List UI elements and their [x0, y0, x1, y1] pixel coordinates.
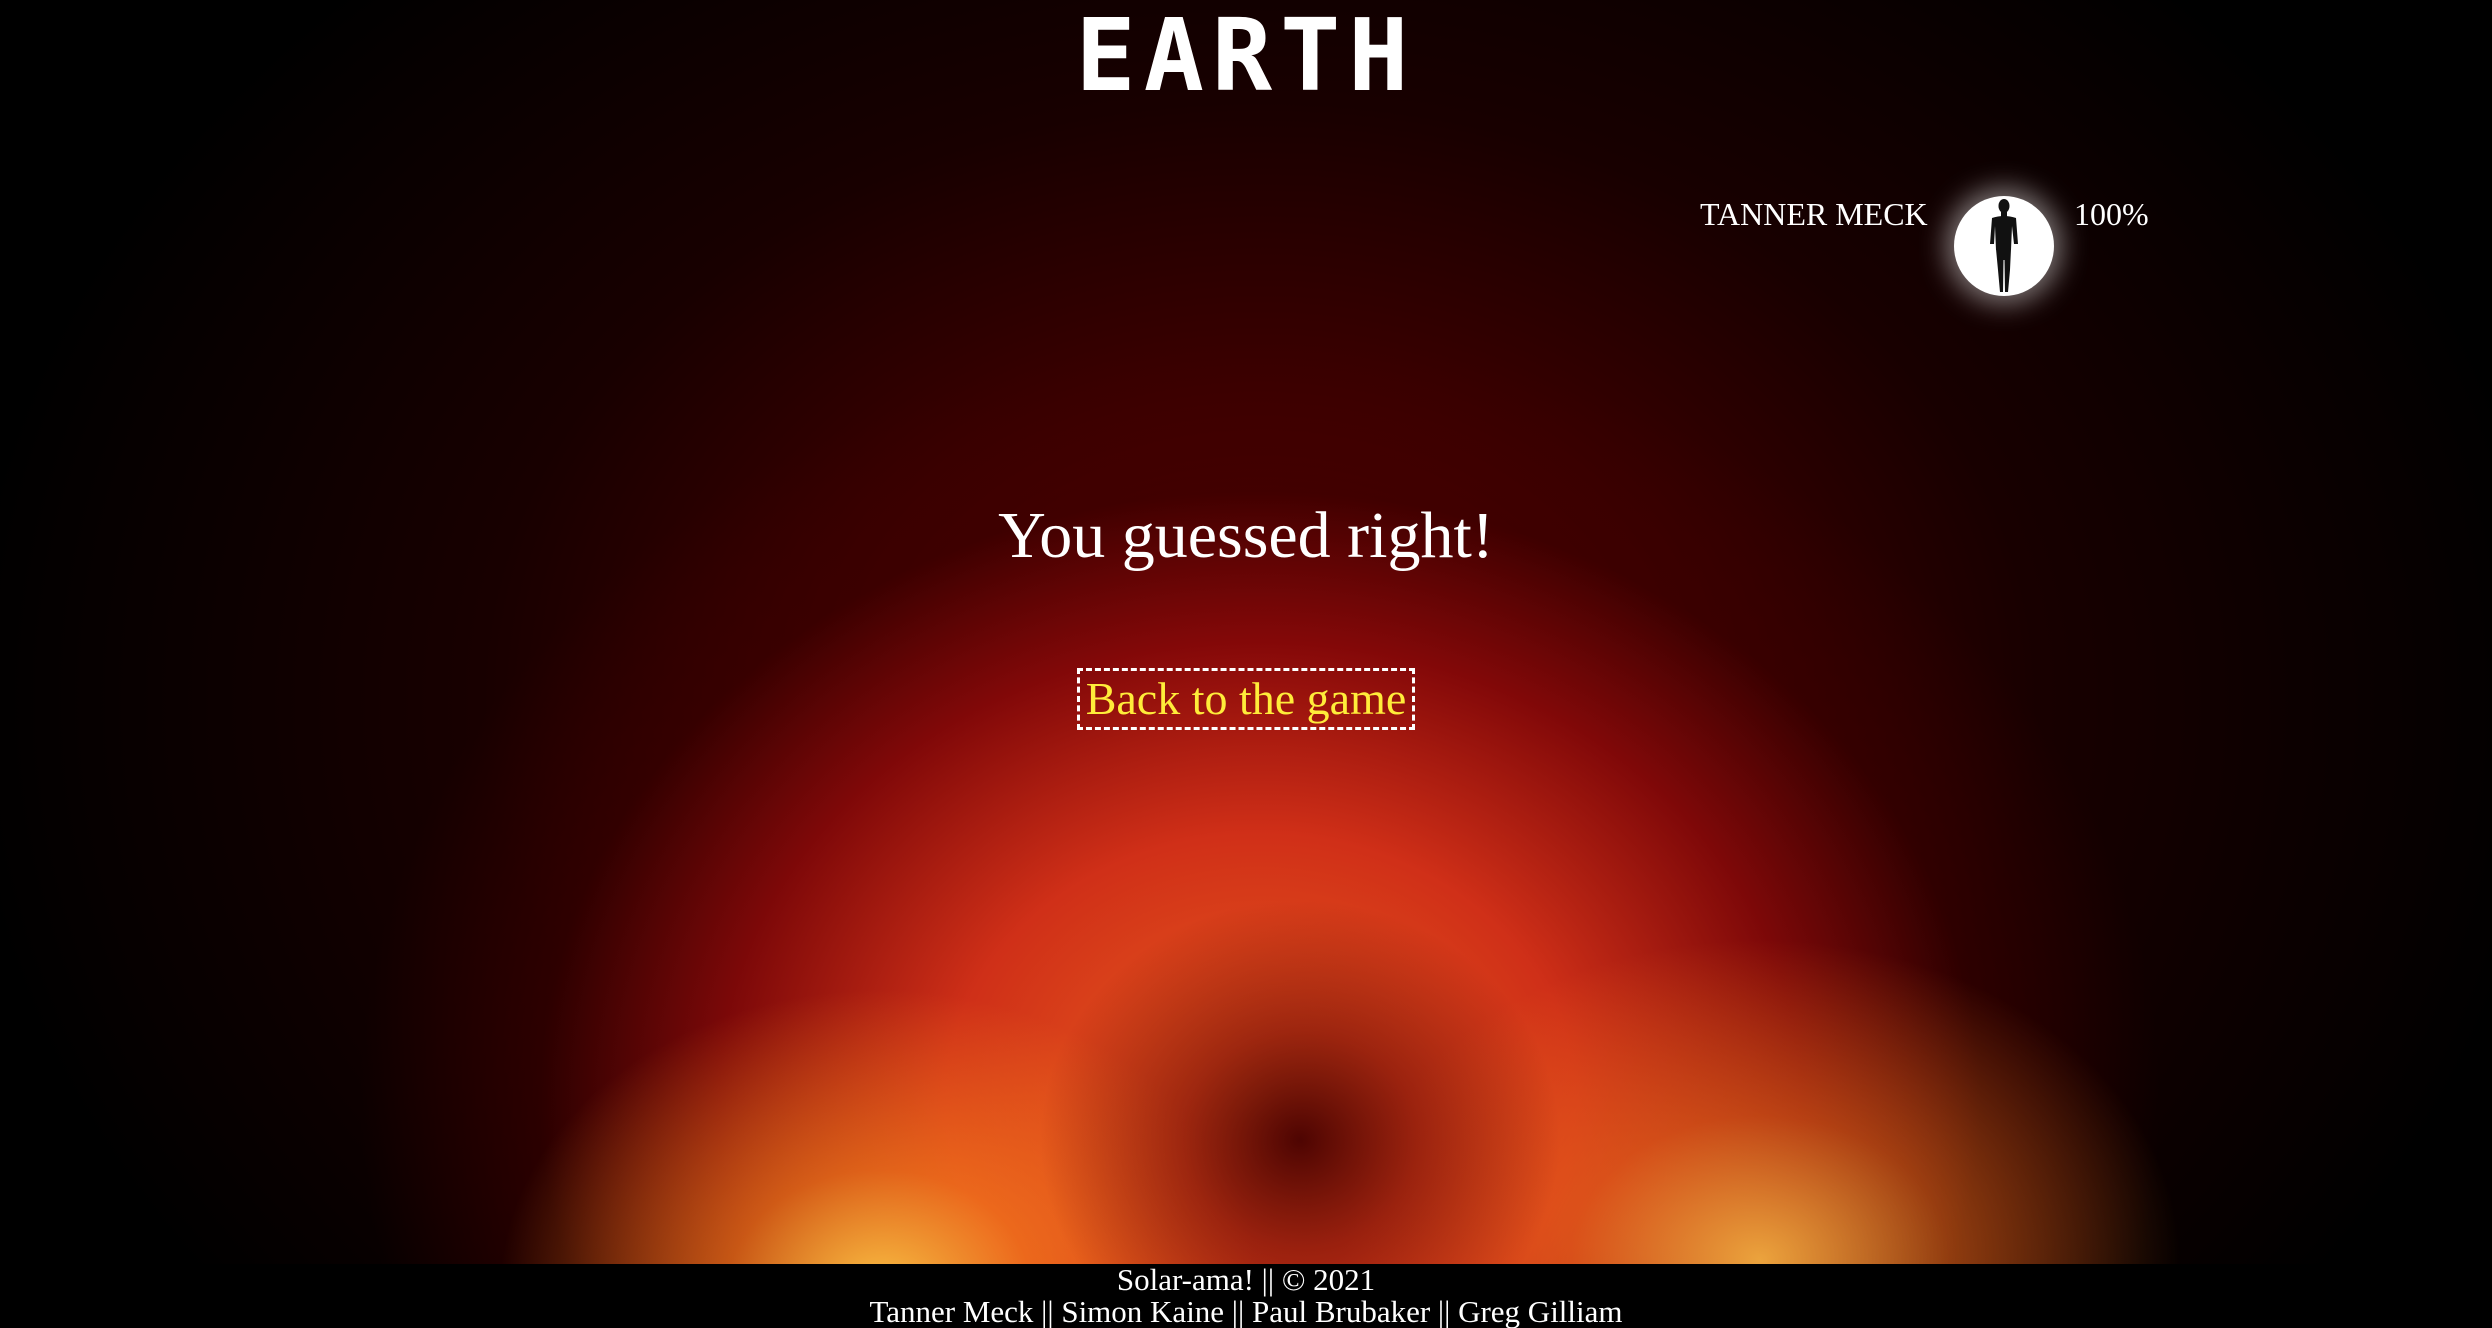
- human-silhouette-icon: [1990, 199, 2018, 292]
- page: EARTH TANNER MECK 100% You guessed right…: [0, 0, 2492, 1328]
- back-link-container: Back to the game: [0, 668, 2492, 730]
- result-message: You guessed right!: [998, 499, 1494, 572]
- player-card: TANNER MECK 100%: [1700, 190, 2160, 310]
- player-score: 100%: [2074, 196, 2149, 232]
- back-to-game-link[interactable]: Back to the game: [1076, 668, 1416, 730]
- planet-title: EARTH: [1075, 0, 1417, 114]
- footer-credits: Tanner Meck || Simon Kaine || Paul Bruba…: [869, 1294, 1623, 1328]
- footer-copyright: Solar-ama! || © 2021: [1116, 1262, 1376, 1297]
- player-name: TANNER MECK: [1700, 196, 1928, 232]
- player-avatar: [1954, 196, 2054, 296]
- footer: Solar-ama! || © 2021 Tanner Meck || Simo…: [0, 1264, 2492, 1328]
